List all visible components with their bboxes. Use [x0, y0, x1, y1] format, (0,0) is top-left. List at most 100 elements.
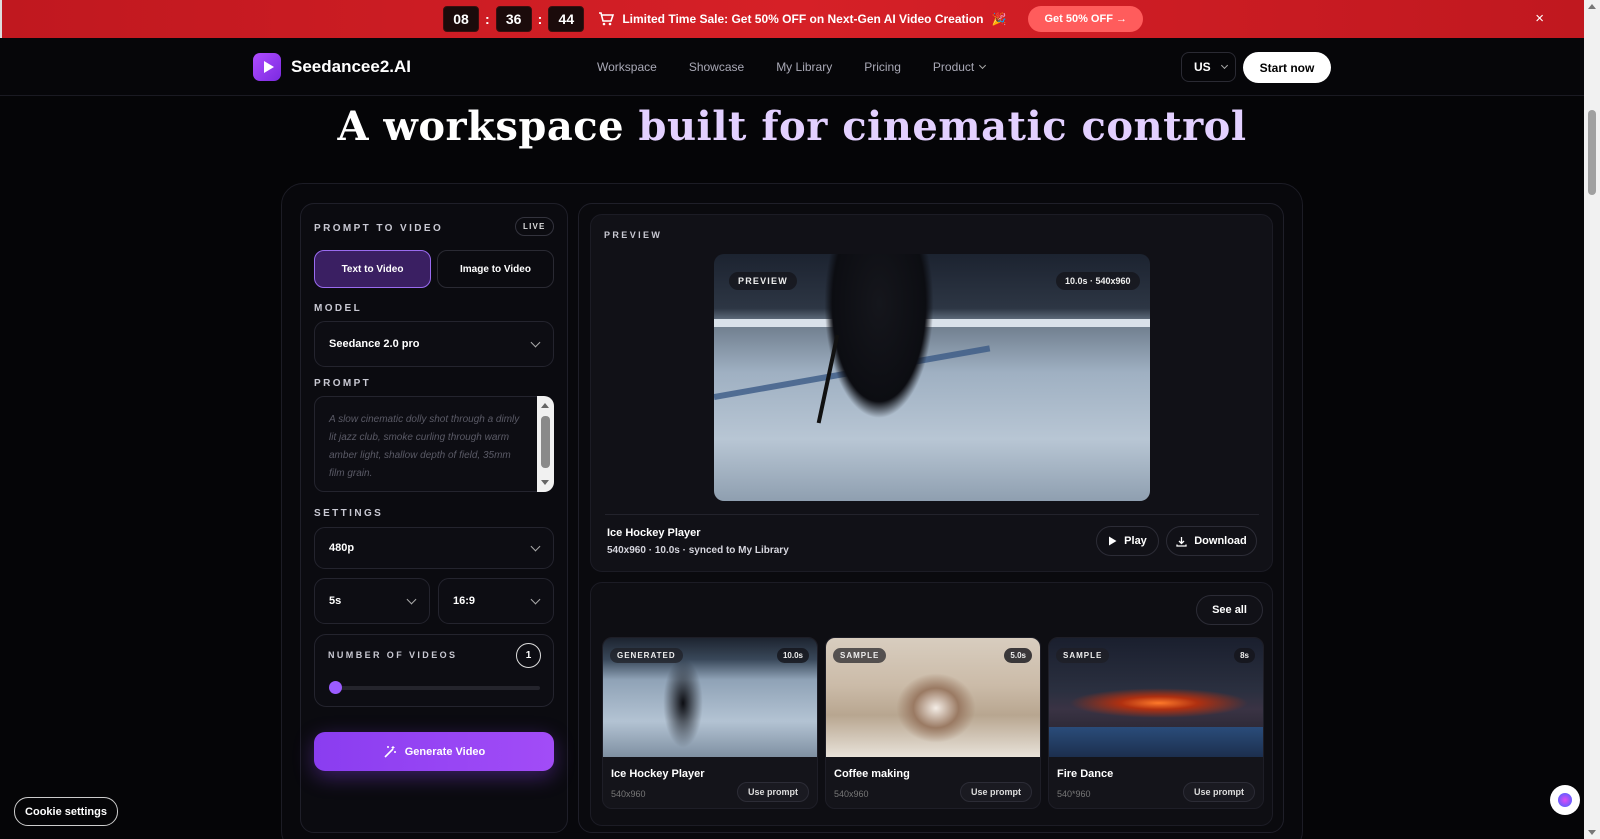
play-icon: [1109, 536, 1117, 546]
chevron-down-icon: [530, 541, 541, 551]
use-prompt-button[interactable]: Use prompt: [736, 782, 809, 802]
card-title: Fire Dance: [1057, 768, 1114, 780]
scroll-up-icon[interactable]: [1588, 4, 1596, 9]
preview-label: PREVIEW: [604, 230, 663, 240]
nav-link-product-label: Product: [932, 60, 975, 74]
nav-link-my-library[interactable]: My Library: [776, 60, 832, 74]
download-icon: [1176, 536, 1187, 547]
see-all-button[interactable]: See all: [1196, 595, 1263, 625]
resolution-value: 480p: [329, 542, 355, 554]
preview-video[interactable]: [714, 254, 1150, 501]
number-of-videos-label: NUMBER OF VIDEOS: [328, 650, 458, 660]
hero-title-part1: A workspace: [337, 103, 639, 150]
start-now-button[interactable]: Start now: [1243, 52, 1331, 83]
tab-text-to-video[interactable]: Text to Video: [314, 250, 431, 288]
brand-name: Seedancee2.AI: [291, 57, 412, 76]
live-badge: LIVE: [515, 217, 554, 236]
hockey-player-figure: [824, 254, 934, 419]
chevron-down-icon: [406, 594, 417, 604]
preview-video-title: Ice Hockey Player: [607, 527, 701, 539]
card-tag: GENERATED: [610, 648, 683, 663]
duration-select[interactable]: 5s: [314, 578, 430, 624]
gallery-card-hockey[interactable]: GENERATED 10.0s Ice Hockey Player 540x96…: [602, 637, 818, 809]
model-select[interactable]: Seedance 2.0 pro: [314, 321, 554, 367]
hero-title: A workspace built for cinematic control: [0, 103, 1584, 150]
card-tag: SAMPLE: [1056, 648, 1110, 663]
scroll-up-icon[interactable]: [541, 403, 549, 408]
nav-link-pricing[interactable]: Pricing: [864, 60, 901, 74]
prompt-scroll-thumb[interactable]: [541, 416, 550, 468]
magic-wand-icon: [384, 745, 396, 758]
tab-image-to-video[interactable]: Image to Video: [437, 250, 554, 288]
arrow-right-icon: →: [1116, 13, 1127, 25]
use-prompt-button[interactable]: Use prompt: [1182, 782, 1255, 802]
section-label: PROMPT TO VIDEO: [314, 223, 444, 234]
gallery-card-coffee[interactable]: SAMPLE 5.0s Coffee making 540x960 Use pr…: [825, 637, 1041, 809]
cookie-settings-button[interactable]: Cookie settings: [14, 797, 118, 826]
hero-title-part2: built for cinematic control: [638, 103, 1247, 150]
card-size: 540x960: [611, 789, 646, 799]
resolution-select[interactable]: 480p: [314, 527, 554, 569]
thumbnail-figure: [663, 658, 703, 748]
cart-icon: [599, 12, 615, 26]
page-scrollbar[interactable]: [1584, 0, 1600, 839]
get-discount-button[interactable]: Get 50% OFF →: [1028, 6, 1143, 32]
thumbnail-floor: [1049, 727, 1263, 757]
scroll-down-icon[interactable]: [1588, 830, 1596, 835]
card-title: Coffee making: [834, 768, 910, 780]
play-logo-icon: [253, 53, 281, 81]
nav-link-product[interactable]: Product: [932, 60, 987, 74]
card-title: Ice Hockey Player: [611, 768, 705, 780]
chevron-down-icon: [979, 61, 987, 69]
prompt-scrollbar[interactable]: [537, 396, 554, 492]
chevron-down-icon: [530, 337, 541, 347]
download-label: Download: [1194, 535, 1247, 547]
nav-link-workspace[interactable]: Workspace: [597, 60, 657, 74]
generate-video-button[interactable]: Generate Video: [314, 732, 554, 771]
party-emoji-icon: 🎉: [991, 12, 1007, 26]
preview-divider: [605, 514, 1259, 515]
nav-links: Workspace Showcase My Library Pricing Pr…: [597, 60, 987, 74]
thumbnail-fire-glow: [1069, 688, 1249, 718]
scroll-thumb[interactable]: [1588, 110, 1596, 195]
use-prompt-button[interactable]: Use prompt: [959, 782, 1032, 802]
card-size: 540*960: [1057, 789, 1091, 799]
nav-link-showcase[interactable]: Showcase: [689, 60, 744, 74]
slider-handle[interactable]: [329, 681, 342, 694]
close-icon[interactable]: ×: [1535, 10, 1544, 27]
thumbnail-figure: [896, 673, 976, 743]
preview-overlay-meta: 10.0s · 540x960: [1056, 272, 1140, 290]
card-duration: 8s: [1234, 648, 1255, 663]
countdown-timer: 08 : 36 : 44: [442, 6, 585, 32]
download-button[interactable]: Download: [1166, 526, 1257, 556]
card-size: 540x960: [834, 789, 869, 799]
assistant-icon: [1558, 793, 1572, 807]
card-duration: 5.0s: [1004, 648, 1032, 663]
timer-hours: 08: [442, 6, 479, 32]
timer-separator: :: [484, 11, 490, 27]
scroll-down-icon[interactable]: [541, 480, 549, 485]
preview-video-meta: 540x960 · 10.0s · synced to My Library: [607, 545, 789, 556]
chevron-down-icon: [1220, 61, 1229, 69]
timer-seconds: 44: [548, 6, 585, 32]
top-nav: Seedancee2.AI Workspace Showcase My Libr…: [0, 38, 1584, 96]
card-tag: SAMPLE: [833, 648, 887, 663]
aspect-ratio-value: 16:9: [453, 595, 476, 607]
brand-logo[interactable]: Seedancee2.AI: [253, 53, 411, 81]
number-of-videos-box: [314, 634, 554, 707]
generate-video-label: Generate Video: [404, 745, 486, 758]
assistant-launcher[interactable]: [1550, 785, 1580, 815]
aspect-ratio-select[interactable]: 16:9: [438, 578, 554, 624]
timer-minutes: 36: [495, 6, 532, 32]
model-value: Seedance 2.0 pro: [329, 338, 420, 350]
language-select[interactable]: US: [1181, 52, 1236, 82]
promo-text: Limited Time Sale: Get 50% OFF on Next-G…: [622, 12, 984, 26]
get-discount-label: Get 50% OFF: [1044, 13, 1113, 25]
prompt-input[interactable]: A slow cinematic dolly shot through a di…: [314, 396, 554, 492]
gallery-card-fire-dance[interactable]: SAMPLE 8s Fire Dance 540*960 Use prompt: [1048, 637, 1264, 809]
language-value: US: [1194, 60, 1211, 74]
play-button[interactable]: Play: [1096, 526, 1159, 556]
number-of-videos-slider[interactable]: [330, 686, 540, 690]
play-label: Play: [1124, 535, 1147, 547]
promo-message: Limited Time Sale: Get 50% OFF on Next-G…: [598, 12, 1006, 26]
